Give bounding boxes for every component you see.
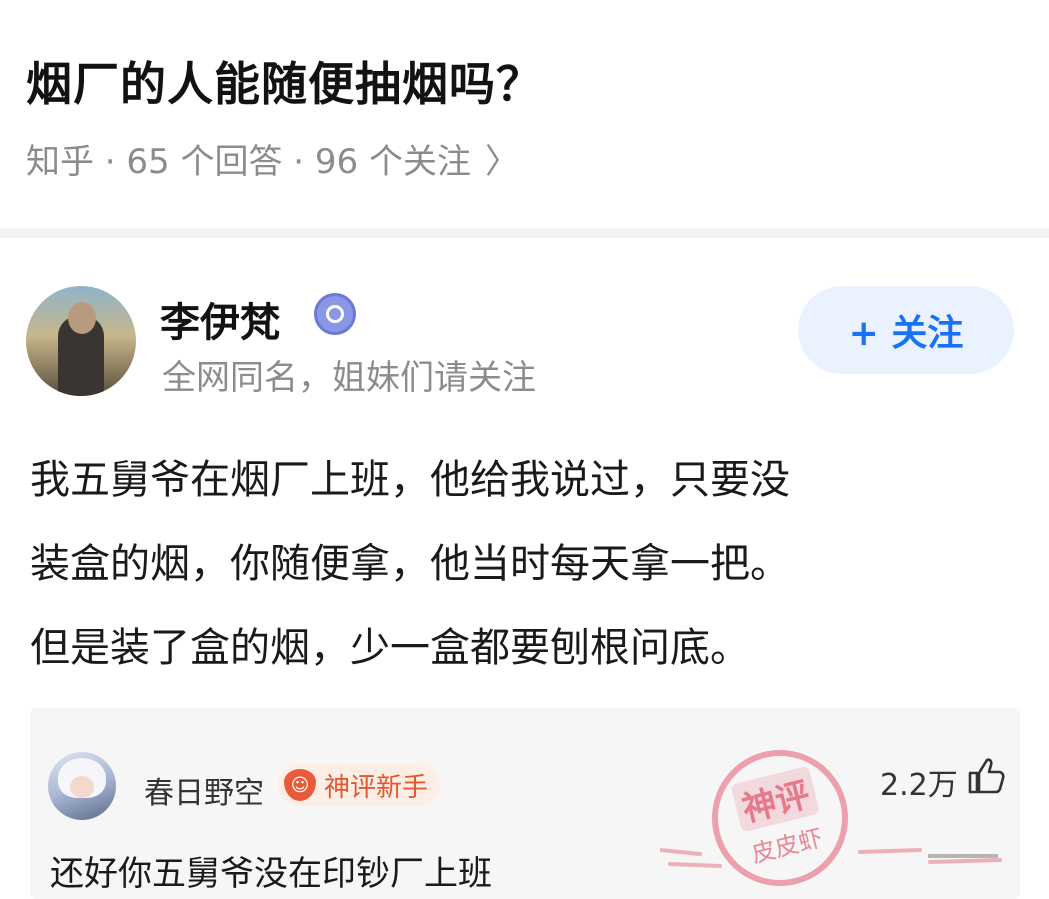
answer-line: 但是装了盒的烟，少一盒都要刨根问底。	[30, 625, 750, 671]
stamp-decoration	[660, 848, 1002, 868]
answer-content[interactable]: 我五舅爷在烟厂上班，他给我说过，只要没 装盒的烟，你随便拿，他当时每天拿一把。 …	[30, 438, 1020, 690]
question-header: 烟厂的人能随便抽烟吗？ 知乎 · 65 个回答 · 96 个关注 〉	[0, 0, 1049, 228]
verified-badge-icon	[314, 293, 356, 335]
badge-label: 神评新手	[324, 772, 429, 803]
commenter-name[interactable]: 春日野空	[144, 768, 264, 812]
chevron-right-icon: 〉	[485, 142, 519, 182]
answer-card: 李伊梵 全网同名，姐妹们请关注 + 关注 我五舅爷在烟厂上班，他给我说过，只要没…	[0, 238, 1049, 688]
shield-icon: ☺	[284, 769, 316, 801]
question-meta[interactable]: 知乎 · 65 个回答 · 96 个关注 〉	[26, 134, 519, 183]
thumbs-up-icon[interactable]	[966, 756, 1006, 796]
like-count: 2.2万	[880, 768, 958, 803]
question-stats: 知乎 · 65 个回答 · 96 个关注	[26, 142, 471, 182]
follow-button[interactable]: + 关注	[798, 286, 1014, 374]
comment-text: 还好你五舅爷没在印钞厂上班	[50, 854, 492, 894]
author-avatar[interactable]	[26, 286, 136, 396]
author-bio: 全网同名，姐妹们请关注	[162, 358, 536, 398]
author-name[interactable]: 李伊梵	[160, 290, 280, 348]
top-comment[interactable]: 春日野空 ☺ 神评新手 神评 皮皮虾 2.2万 还好你五舅爷没在印钞厂上班	[30, 708, 1020, 899]
answer-line: 装盒的烟，你随便拿，他当时每天拿一把。	[30, 541, 790, 587]
commenter-avatar[interactable]	[48, 752, 116, 820]
section-divider	[0, 228, 1049, 238]
answer-line: 我五舅爷在烟厂上班，他给我说过，只要没	[30, 457, 790, 503]
commenter-badge: ☺ 神评新手	[278, 764, 441, 806]
avatar-head	[68, 302, 96, 334]
question-title[interactable]: 烟厂的人能随便抽烟吗？	[26, 48, 543, 114]
